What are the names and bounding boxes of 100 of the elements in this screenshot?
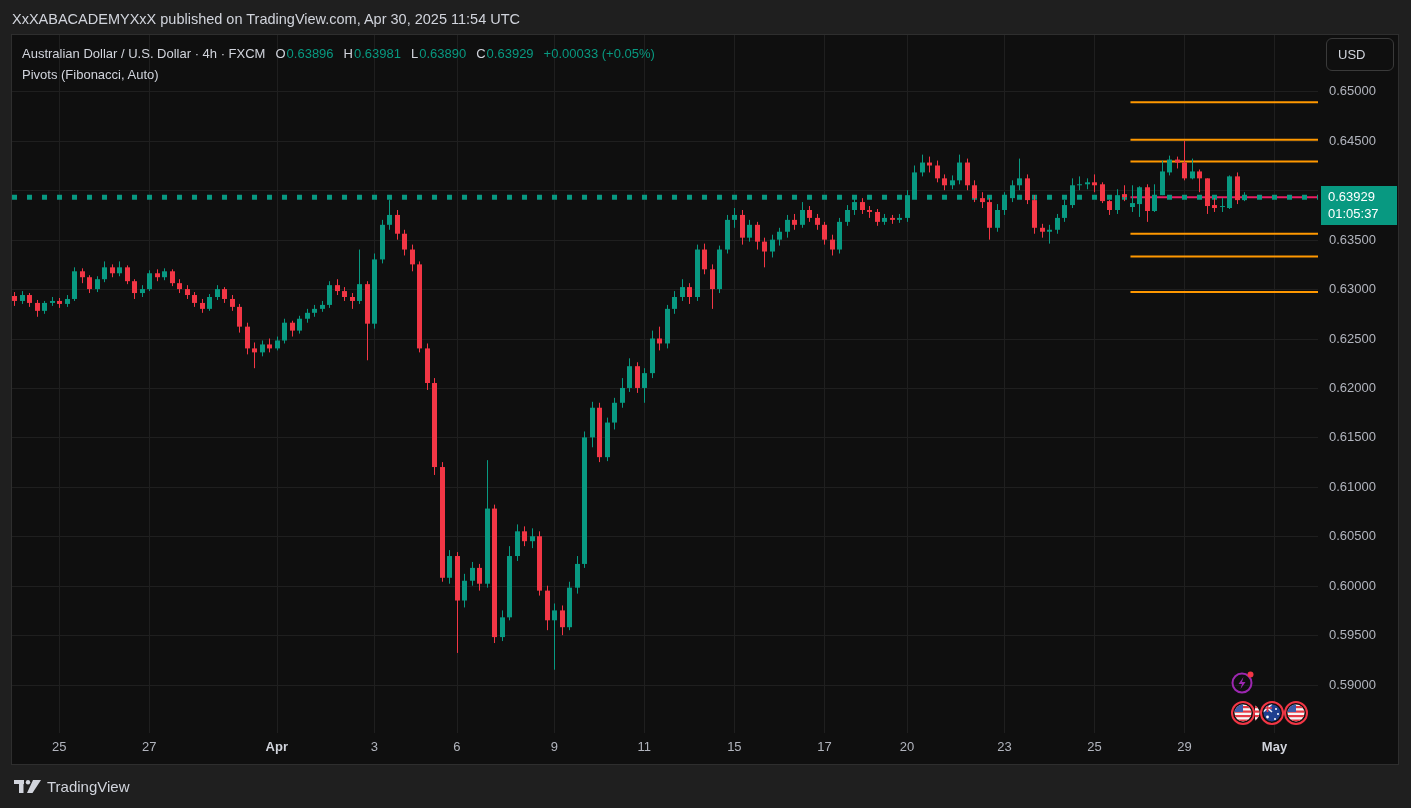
- candle: [350, 293, 355, 309]
- ohlc-value: 0.63890: [419, 45, 467, 63]
- price-scale-label: 0.60500: [1329, 528, 1376, 545]
- candle: [1017, 158, 1022, 191]
- candle: [1242, 192, 1247, 202]
- ohlc-label: L: [410, 45, 419, 63]
- time-scale-label: 6: [453, 739, 461, 755]
- time-scale-label: 20: [899, 739, 915, 755]
- candle: [1092, 174, 1097, 193]
- time-scale-label: Apr: [265, 739, 288, 755]
- candle: [785, 214, 790, 238]
- candle: [327, 281, 332, 308]
- price-scale-label: 0.64500: [1329, 132, 1376, 149]
- lightning-icon[interactable]: [1231, 670, 1255, 694]
- candle: [57, 298, 62, 308]
- candle: [1047, 224, 1052, 244]
- candle: [875, 209, 880, 226]
- candle: [200, 299, 205, 313]
- time-scale-label: 23: [997, 739, 1012, 755]
- time-scale-label: 25: [52, 739, 67, 755]
- ohlc-value: 0.63929: [486, 45, 534, 63]
- candle: [87, 275, 92, 294]
- candle: [237, 303, 242, 333]
- time-scale-label: 29: [1177, 739, 1192, 755]
- candle: [117, 261, 122, 277]
- candle: [95, 276, 100, 293]
- brand-name: TradingView: [47, 778, 130, 795]
- currency-button[interactable]: USD: [1326, 38, 1394, 71]
- candle: [1040, 223, 1045, 238]
- logo-icon: [14, 780, 41, 793]
- time-scale-label: 17: [817, 739, 832, 755]
- candle: [320, 300, 325, 312]
- price-scale-label: 0.65000: [1329, 83, 1376, 100]
- candle: [170, 269, 175, 287]
- candle: [762, 237, 767, 268]
- candle: [1190, 158, 1195, 180]
- price-scale-label: 0.63000: [1329, 281, 1376, 298]
- ohlc-label: C: [476, 45, 486, 63]
- candle: [882, 213, 887, 225]
- candle: [1032, 195, 1037, 234]
- time-scale-label: 15: [727, 739, 742, 755]
- candle: [1145, 184, 1150, 222]
- candle: [747, 219, 752, 242]
- candle: [20, 291, 25, 304]
- candle: [387, 200, 392, 230]
- candle: [1205, 178, 1210, 214]
- price-scale-label: 0.61500: [1329, 429, 1376, 446]
- candle: [72, 267, 77, 301]
- candle: [297, 315, 302, 334]
- candle: [672, 291, 677, 314]
- candle: [1220, 198, 1225, 212]
- candle: [980, 192, 985, 208]
- candle: [410, 244, 415, 272]
- flag-icon[interactable]: [1284, 701, 1308, 725]
- candle: [425, 343, 430, 390]
- candle: [1002, 192, 1007, 215]
- candle: [275, 336, 280, 351]
- candle: [260, 340, 265, 357]
- price-scale-label: 0.59500: [1329, 627, 1376, 644]
- candle: [27, 293, 32, 307]
- price-scale-label: 0.61000: [1329, 478, 1376, 495]
- candle: [282, 318, 287, 344]
- candle: [222, 287, 227, 303]
- flag-icon[interactable]: [1260, 701, 1284, 725]
- candle: [12, 292, 17, 306]
- candle: [1137, 186, 1142, 217]
- candle: [1107, 200, 1112, 215]
- candle: [447, 550, 452, 584]
- candle: [702, 243, 707, 275]
- candle: [1160, 160, 1165, 196]
- candle: [1152, 184, 1157, 212]
- candle: [695, 244, 700, 301]
- candle: [1100, 182, 1105, 204]
- symbol-title: Australian Dollar / U.S. Dollar · 4h · FXCM: [22, 45, 266, 63]
- candle: [1070, 178, 1075, 208]
- time-scale-label: 9: [550, 739, 558, 755]
- candle: [185, 285, 190, 299]
- indicator-label: Pivots (Fibonacci, Auto): [22, 66, 159, 84]
- price-scale-label: 0.60000: [1329, 577, 1376, 594]
- last-price-value: 0.63929: [1328, 188, 1376, 206]
- candle: [267, 338, 272, 353]
- candle: [147, 270, 152, 292]
- candle: [822, 221, 827, 245]
- candle: [1212, 198, 1217, 212]
- candle: [1062, 200, 1067, 222]
- candle: [905, 190, 910, 222]
- price-change: +0.00033 (+0.05%): [543, 45, 655, 63]
- candle: [1085, 178, 1090, 190]
- candle: [80, 268, 85, 284]
- candle: [35, 299, 40, 317]
- time-scale-label: 11: [637, 739, 652, 755]
- candle: [140, 285, 145, 297]
- candle: [965, 158, 970, 191]
- candle: [342, 287, 347, 301]
- candle: [230, 295, 235, 311]
- candle: [1227, 175, 1232, 209]
- candle: [132, 279, 137, 299]
- candle: [162, 268, 167, 281]
- bar-countdown: 01:05:37: [1328, 205, 1380, 223]
- candle: [627, 358, 632, 392]
